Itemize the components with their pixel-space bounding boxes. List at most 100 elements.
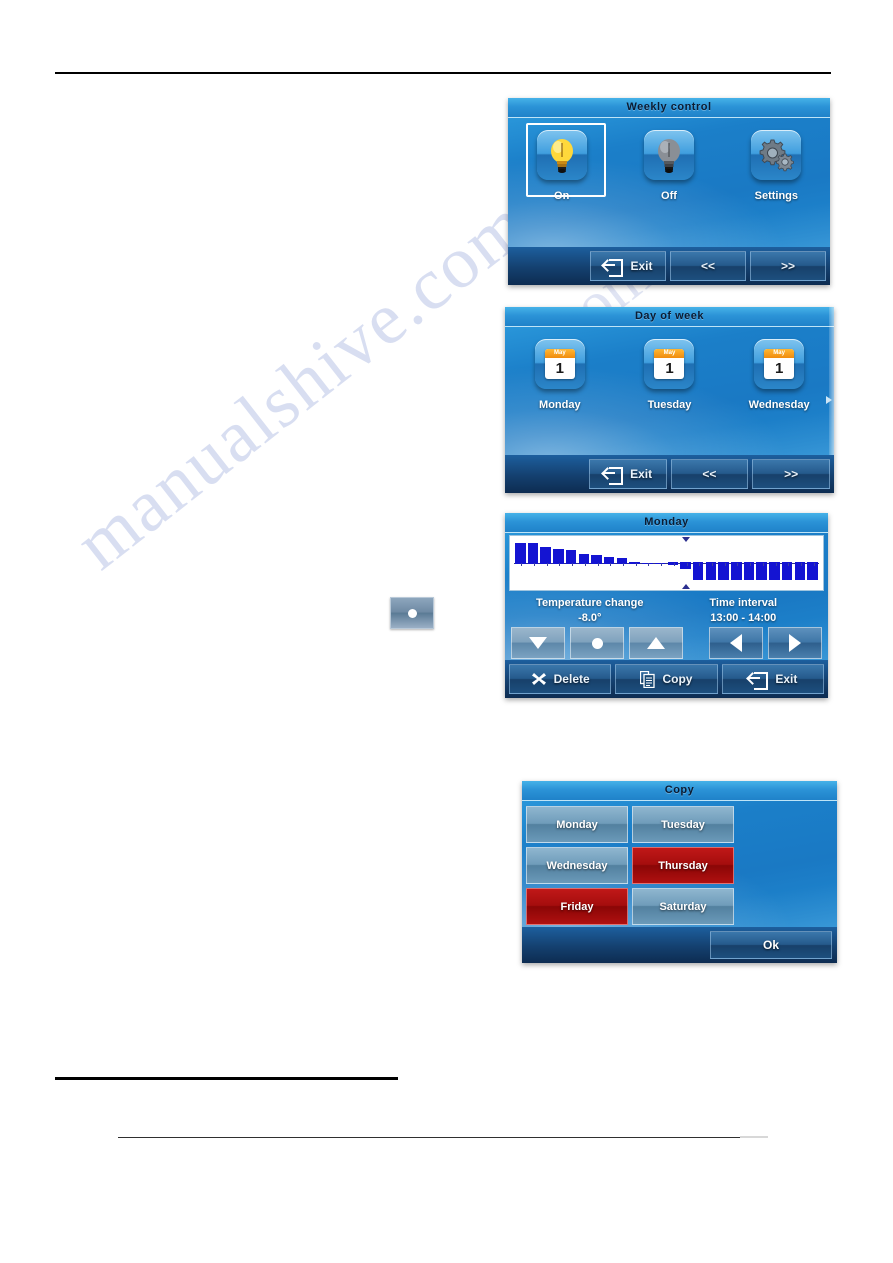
chart-bar xyxy=(781,562,793,581)
temperature-change-readout: Temperature change -8.0° xyxy=(513,597,667,624)
next-button[interactable]: >> xyxy=(752,459,830,489)
chart-bar xyxy=(756,562,767,581)
tile-settings[interactable]: Settings xyxy=(732,130,820,202)
watermark-primary: manualshive.com xyxy=(60,182,545,586)
chart-tick xyxy=(724,563,726,566)
schedule-controls xyxy=(505,624,828,659)
chart-bar xyxy=(540,546,551,564)
copy-dialog-footer: Ok xyxy=(522,927,837,963)
tile-off-label: Off xyxy=(661,190,677,202)
exit-button-label: Exit xyxy=(775,672,798,686)
panel-day-of-week: Day of week May 1 Monday May 1 Tuesday M… xyxy=(505,307,834,493)
chart-tick xyxy=(775,563,777,566)
header-rule xyxy=(55,72,831,74)
delete-button-label: Delete xyxy=(553,672,590,686)
chevron-right-icon[interactable] xyxy=(826,396,832,405)
copy-day-friday[interactable]: Friday xyxy=(526,888,628,925)
chart-bar xyxy=(578,553,590,564)
temperature-controls xyxy=(511,627,683,659)
lightbulb-on-icon xyxy=(536,130,587,180)
tile-wednesday[interactable]: May 1 Wednesday xyxy=(735,339,823,411)
calendar-day-number: 1 xyxy=(665,360,674,377)
time-interval-readout: Time interval 13:00 - 14:00 xyxy=(667,597,821,624)
footnote-rule xyxy=(55,1077,398,1080)
exit-icon xyxy=(746,672,769,690)
interval-prev-button[interactable] xyxy=(709,627,763,659)
day-of-week-navbar: Exit << >> xyxy=(505,455,834,493)
delete-button[interactable]: Delete xyxy=(509,664,612,694)
calendar-icon: May 1 xyxy=(644,339,695,389)
copy-day-wednesday[interactable]: Wednesday xyxy=(526,847,628,884)
ok-button[interactable]: Ok xyxy=(710,931,832,959)
day-of-week-title: Day of week xyxy=(505,307,834,327)
tile-tuesday[interactable]: May 1 Tuesday xyxy=(625,339,713,411)
chart-bar xyxy=(705,562,717,581)
chart-bar xyxy=(642,563,653,564)
arrow-down-icon xyxy=(529,637,547,649)
chart-bar xyxy=(629,561,640,564)
chart-bar xyxy=(667,562,678,566)
chart-tick xyxy=(572,563,574,566)
dot-icon xyxy=(407,608,417,618)
calendar-month-label: May xyxy=(764,349,795,358)
schedule-navbar: Delete Copy Exit xyxy=(505,660,828,698)
copy-button[interactable]: Copy xyxy=(615,664,718,694)
interval-controls xyxy=(688,627,822,659)
chart-bar xyxy=(680,562,691,569)
copy-day-saturday[interactable]: Saturday xyxy=(632,888,734,925)
tile-monday[interactable]: May 1 Monday xyxy=(516,339,604,411)
chart-bar xyxy=(794,562,806,581)
exit-button[interactable]: Exit xyxy=(721,664,824,694)
weekly-control-navbar: Exit << >> xyxy=(508,247,830,285)
temperature-chart[interactable] xyxy=(509,535,824,591)
panel-copy-dialog: Copy Monday Tuesday Wednesday Thursday F… xyxy=(522,781,837,963)
chart-tick xyxy=(800,563,802,566)
chart-bar xyxy=(731,562,742,581)
arrow-right-icon xyxy=(789,634,801,652)
chart-tick xyxy=(737,563,739,566)
interval-next-button[interactable] xyxy=(768,627,822,659)
chart-bar xyxy=(591,554,602,564)
chart-selection-marker-top xyxy=(681,537,690,542)
nav-spacer-left xyxy=(512,252,586,280)
time-interval-value: 13:00 - 14:00 xyxy=(710,612,777,624)
weekly-control-tiles: On Off Settings xyxy=(508,118,830,202)
arrow-left-icon xyxy=(730,634,742,652)
tile-on[interactable]: On xyxy=(518,123,606,202)
tile-settings-label: Settings xyxy=(754,190,799,202)
calendar-icon: May 1 xyxy=(534,339,585,389)
panel-schedule: Monday Temperature change -8.0° Time int… xyxy=(505,513,828,698)
next-button[interactable]: >> xyxy=(750,251,826,281)
chart-bar xyxy=(515,543,526,564)
exit-icon xyxy=(601,467,624,485)
chart-tick xyxy=(661,563,663,566)
temp-decrease-button[interactable] xyxy=(511,627,565,659)
chart-bar xyxy=(565,550,577,564)
calendar-month-label: May xyxy=(654,349,685,358)
gears-glyph xyxy=(759,139,795,172)
prev-button[interactable]: << xyxy=(670,251,746,281)
calendar-month-label: May xyxy=(544,349,575,358)
copy-day-tuesday[interactable]: Tuesday xyxy=(632,806,734,843)
chart-tick xyxy=(750,563,752,566)
lightbulb-off-glyph xyxy=(657,139,680,173)
chart-bar xyxy=(769,562,780,581)
copy-day-monday[interactable]: Monday xyxy=(526,806,628,843)
chart-bar xyxy=(527,543,539,564)
chart-tick xyxy=(623,563,625,566)
chart-tick xyxy=(673,563,675,566)
schedule-title: Monday xyxy=(505,513,828,533)
prev-button[interactable]: << xyxy=(670,459,749,489)
day-of-week-tiles: May 1 Monday May 1 Tuesday May 1 Wednesd… xyxy=(505,327,834,411)
exit-button-label: Exit xyxy=(630,467,653,481)
inline-dot-button[interactable] xyxy=(390,597,434,629)
tile-off[interactable]: Off xyxy=(625,130,713,202)
copy-day-thursday[interactable]: Thursday xyxy=(632,847,734,884)
tile-on-label: On xyxy=(554,190,570,202)
chart-tick xyxy=(788,563,790,566)
temp-increase-button[interactable] xyxy=(629,627,683,659)
exit-button[interactable]: Exit xyxy=(590,251,666,281)
exit-button[interactable]: Exit xyxy=(588,459,667,489)
dot-icon xyxy=(591,637,603,649)
temp-reset-button[interactable] xyxy=(570,627,624,659)
